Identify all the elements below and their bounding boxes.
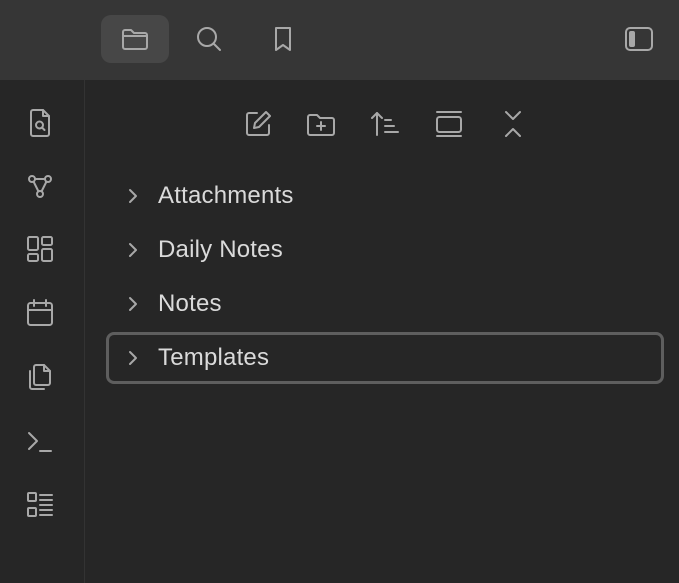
chevron-right-icon: [120, 291, 146, 317]
collapse-all-button[interactable]: [493, 104, 533, 144]
folder-icon: [122, 29, 148, 50]
folder-label: Notes: [158, 290, 222, 317]
chevron-right-icon: [120, 237, 146, 263]
file-explorer-pane: Attachments Daily Notes Notes Templates: [86, 80, 679, 583]
tab-files[interactable]: [101, 15, 169, 63]
folder-label: Daily Notes: [158, 236, 283, 263]
collapse-all-icon: [505, 111, 521, 137]
ribbon-open-quick-switcher[interactable]: [20, 103, 60, 143]
list-icon: [27, 492, 53, 517]
auto-reveal-icon: [436, 111, 462, 137]
copy-icon: [29, 364, 51, 390]
folder-item-attachments[interactable]: Attachments: [106, 170, 664, 222]
ribbon-daily-note[interactable]: [20, 293, 60, 333]
tab-search[interactable]: [175, 15, 243, 63]
new-folder-button[interactable]: [301, 104, 341, 144]
ribbon-templates[interactable]: [20, 357, 60, 397]
terminal-icon: [28, 432, 52, 452]
calendar-icon: [27, 299, 53, 326]
folder-label: Templates: [158, 344, 270, 371]
sort-icon: [371, 112, 399, 136]
file-search-icon: [30, 109, 50, 137]
ribbon-canvas[interactable]: [20, 229, 60, 269]
auto-reveal-button[interactable]: [429, 104, 469, 144]
sidebar-toggle-button[interactable]: [605, 15, 673, 63]
graph-icon: [28, 175, 52, 198]
folder-item-daily-notes[interactable]: Daily Notes: [106, 224, 664, 276]
ribbon-outline[interactable]: [20, 485, 60, 525]
bookmark-icon: [275, 27, 291, 51]
sort-button[interactable]: [365, 104, 405, 144]
new-note-icon: [246, 111, 271, 136]
new-folder-icon: [307, 114, 335, 136]
new-note-button[interactable]: [238, 104, 278, 144]
dashboard-icon: [27, 236, 53, 262]
folder-item-notes[interactable]: Notes: [106, 278, 664, 330]
left-ribbon: [0, 80, 85, 583]
top-bar: [0, 0, 679, 80]
ribbon-graph-view[interactable]: [20, 166, 60, 206]
sidebar-toggle-icon: [625, 27, 653, 51]
folder-label: Attachments: [158, 182, 294, 209]
search-icon: [197, 27, 221, 51]
chevron-right-icon: [120, 345, 146, 371]
folder-item-templates[interactable]: Templates: [106, 332, 664, 384]
ribbon-command-palette[interactable]: [20, 421, 60, 461]
tab-bookmarks[interactable]: [249, 15, 317, 63]
chevron-right-icon: [120, 183, 146, 209]
